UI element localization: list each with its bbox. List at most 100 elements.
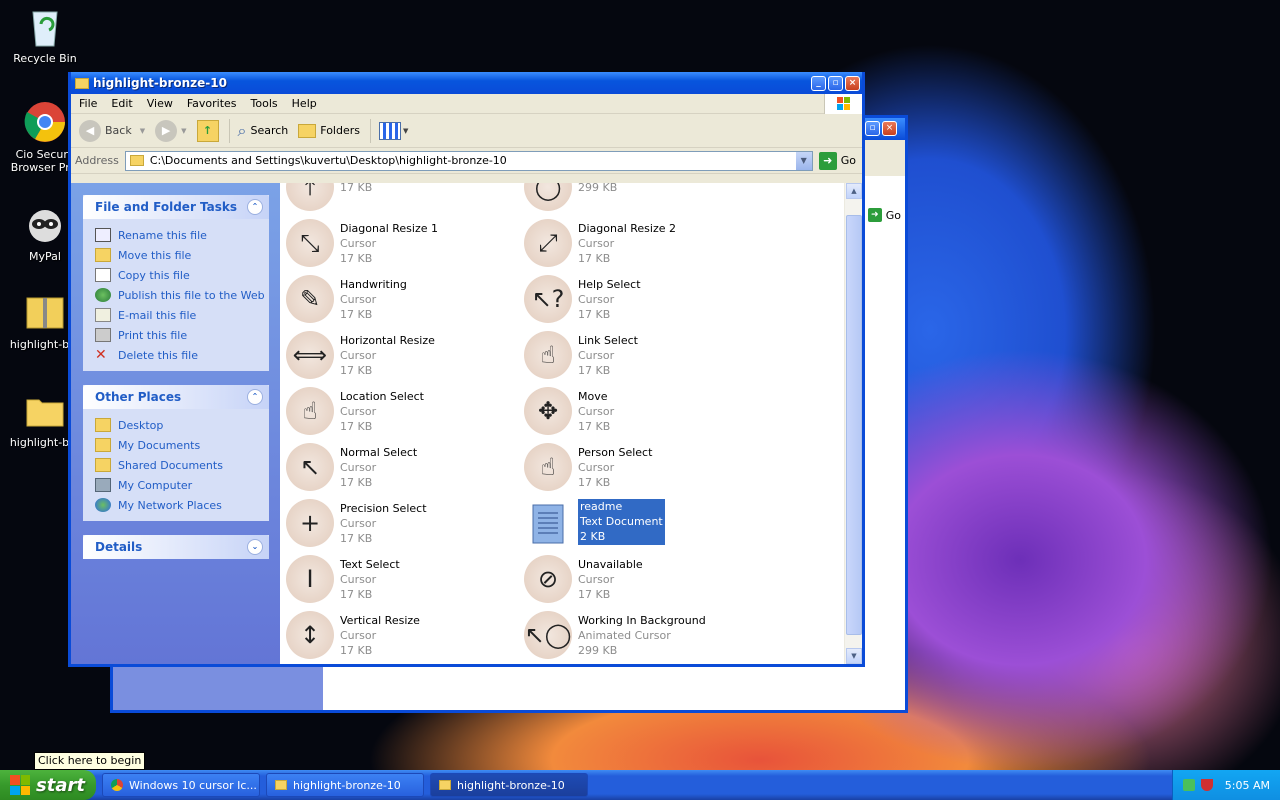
start-tooltip: Click here to begin [34,752,146,770]
task-email[interactable]: E-mail this file [95,305,269,325]
file-name: Precision Select [340,502,427,515]
menu-view[interactable]: View [147,97,173,110]
file-name: Diagonal Resize 2 [578,222,676,235]
other-places-panel: Other Places ⌃ Desktop My Documents Shar… [83,385,269,521]
folder-icon [439,780,451,790]
forward-arrow-icon: ▶ [155,119,178,142]
taskbar-item-folder-2[interactable]: highlight-bronze-10 [430,773,588,797]
explorer-window[interactable]: highlight-bronze-10 _ ▫ × File Edit View… [68,72,865,667]
task-print[interactable]: Print this file [95,325,269,345]
go-label: Go [885,208,901,222]
file-size: 17 KB [578,476,611,489]
views-button[interactable]: ▼ [379,121,409,140]
dropdown-arrow-icon[interactable]: ▼ [181,127,186,135]
file-item[interactable]: ↕ Vertical Resize Cursor 17 KB [286,611,516,663]
menu-file[interactable]: File [79,97,97,110]
dropdown-arrow-icon: ▼ [403,126,409,135]
file-item[interactable]: ☝ Link Select Cursor 17 KB [524,331,754,383]
collapse-chevron-icon[interactable]: ⌃ [247,199,263,215]
vertical-scrollbar[interactable]: ▲ ▼ [844,183,862,664]
window-titlebar[interactable]: highlight-bronze-10 _ ▫ × [71,72,862,94]
task-publish[interactable]: Publish this file to the Web [95,285,269,305]
file-item[interactable]: ⟺ Horizontal Resize Cursor 17 KB [286,331,516,383]
forward-button[interactable]: ▶ ▼ [155,119,187,142]
maximize-icon[interactable]: ▫ [865,121,880,136]
file-item[interactable]: I Text Select Cursor 17 KB [286,555,516,607]
address-input[interactable]: C:\Documents and Settings\kuvertu\Deskto… [124,150,813,171]
file-type: Animated Cursor [578,629,671,642]
file-item[interactable]: ↖◯ Working In Background Animated Cursor 29… [524,611,754,663]
shield-tray-icon[interactable] [1200,779,1213,791]
file-type: Cursor [578,461,615,474]
up-folder-button[interactable]: ↑ [196,119,219,142]
file-item[interactable]: + Precision Select Cursor 17 KB [286,499,516,551]
panel-header[interactable]: File and Folder Tasks ⌃ [83,195,269,219]
minimize-icon[interactable]: _ [811,75,826,91]
file-item[interactable]: ⤢ Diagonal Resize 2 Cursor 17 KB [524,219,754,271]
folders-button[interactable]: Folders [298,123,360,138]
place-desktop[interactable]: Desktop [95,415,269,435]
file-size: 17 KB [578,588,611,601]
windows-flag-icon [10,775,30,795]
panel-header[interactable]: Other Places ⌃ [83,385,269,409]
file-item[interactable]: ☝ Location Select Cursor 17 KB [286,387,516,439]
maximize-icon[interactable]: ▫ [828,75,843,91]
file-item[interactable]: ↖? Help Select Cursor 17 KB [524,275,754,327]
file-item[interactable]: readme Text Document 2 KB [524,499,754,551]
address-dropdown-icon[interactable]: ▼ [795,151,812,170]
file-size: 17 KB [578,364,611,377]
clock[interactable]: 5:05 AM [1225,779,1270,792]
collapse-chevron-icon[interactable]: ⌃ [247,389,263,405]
cursor-file-icon: ✎ [286,275,334,323]
start-button[interactable]: start [0,770,96,800]
close-icon[interactable]: × [845,75,860,91]
file-item[interactable]: ✥ Move Cursor 17 KB [524,387,754,439]
task-label: E-mail this file [118,308,197,322]
menu-help[interactable]: Help [292,97,317,110]
scroll-down-icon[interactable]: ▼ [846,648,862,664]
place-my-documents[interactable]: My Documents [95,435,269,455]
go-button[interactable]: ➜ Go [867,208,901,222]
background-taskpane [113,664,323,710]
menu-edit[interactable]: Edit [111,97,132,110]
file-item[interactable]: ✎ Handwriting Cursor 17 KB [286,275,516,327]
file-size: 17 KB [578,252,611,265]
dropdown-arrow-icon[interactable]: ▼ [140,127,145,135]
desktop-icon-recycle-bin[interactable]: Recycle Bin [0,4,90,65]
place-shared-documents[interactable]: Shared Documents [95,455,269,475]
taskbar-item-folder-1[interactable]: highlight-bronze-10 [266,773,424,797]
file-item[interactable]: ◯Animated Cursor299 KB [524,183,754,215]
file-list[interactable]: ⤒Cursor17 KB◯Animated Cursor299 KB⤡Diago… [280,183,844,664]
task-copy[interactable]: Copy this file [95,265,269,285]
task-move[interactable]: Move this file [95,245,269,265]
file-item[interactable]: ⤒Cursor17 KB [286,183,516,215]
task-delete[interactable]: ✕ Delete this file [95,345,269,365]
go-button[interactable]: ➜ Go [818,151,856,170]
close-icon[interactable]: × [882,121,897,136]
computer-icon [95,478,111,492]
file-name: Move [578,390,608,403]
scroll-up-icon[interactable]: ▲ [846,183,862,199]
panel-header[interactable]: Details ⌄ [83,535,269,559]
menu-tools[interactable]: Tools [251,97,278,110]
back-label: Back [105,124,132,137]
expand-chevron-icon[interactable]: ⌄ [247,539,263,555]
file-item[interactable]: ⊘ Unavailable Cursor 17 KB [524,555,754,607]
file-size: 2 KB [580,530,606,543]
search-button[interactable]: ⌕ Search [238,121,289,141]
place-my-computer[interactable]: My Computer [95,475,269,495]
system-tray: 5:05 AM [1172,770,1280,800]
task-rename[interactable]: Rename this file [95,225,269,245]
place-network[interactable]: My Network Places [95,495,269,515]
back-button[interactable]: ◀ Back ▼ [79,119,145,142]
network-tray-icon[interactable] [1182,779,1195,791]
menu-favorites[interactable]: Favorites [187,97,237,110]
windows-logo-icon [824,94,862,114]
taskbar-item-browser[interactable]: Windows 10 cursor Ic... [102,773,260,797]
file-item[interactable]: ☝ Person Select Cursor 17 KB [524,443,754,495]
panel-title: Other Places [95,390,182,404]
scroll-thumb[interactable] [846,215,862,635]
file-item[interactable]: ↖ Normal Select Cursor 17 KB [286,443,516,495]
file-item[interactable]: ⤡ Diagonal Resize 1 Cursor 17 KB [286,219,516,271]
search-icon: ⌕ [237,120,247,140]
